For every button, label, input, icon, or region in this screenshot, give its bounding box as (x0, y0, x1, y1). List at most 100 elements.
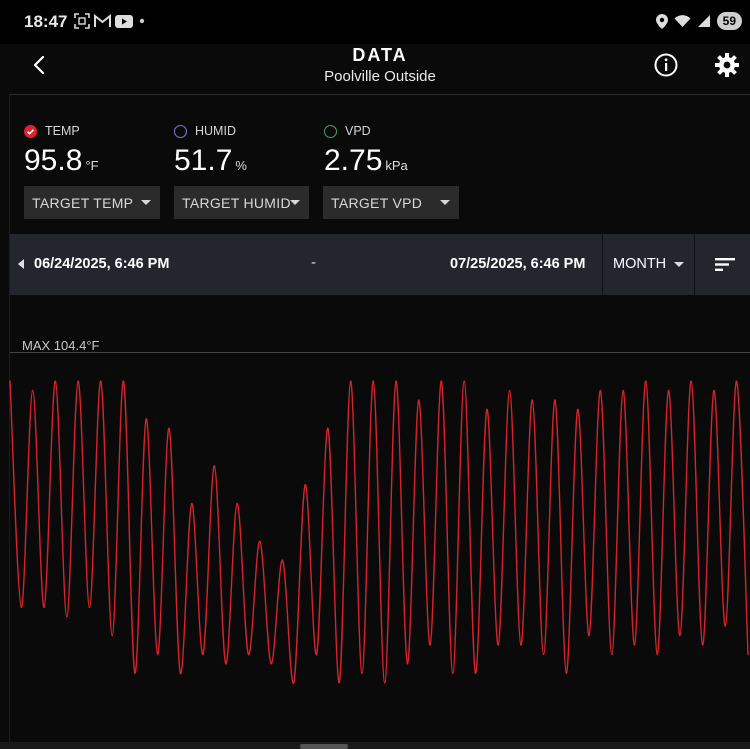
temperature-data-point (497, 644, 500, 646)
temperature-data-point (565, 672, 568, 674)
temperature-data-point (395, 380, 397, 382)
temperature-data-point (417, 399, 420, 401)
temperature-data-point (667, 389, 670, 392)
status-bar: 18:47 59 (0, 0, 750, 44)
checked-icon[interactable] (24, 124, 37, 138)
target-humid-select[interactable]: TARGET HUMID (174, 186, 309, 219)
temperature-data-point (690, 380, 692, 382)
temperature-data-point (20, 606, 23, 608)
temperature-data-point (54, 380, 57, 382)
temperature-data-point (88, 606, 91, 608)
temperature-data-point (190, 502, 193, 505)
signal-icon (697, 15, 710, 27)
range-separator: - (311, 254, 316, 271)
temperature-data-point (315, 653, 318, 656)
chevron-down-icon (674, 262, 684, 267)
temperature-data-point (520, 644, 522, 646)
gmail-icon (94, 14, 111, 27)
temperature-data-point (270, 662, 272, 665)
temperature-data-point (406, 662, 409, 665)
temperature-data-point (338, 681, 341, 684)
metric-temp[interactable]: TEMP 95.8 °F (24, 124, 99, 178)
temperature-data-point (554, 399, 556, 401)
temperature-data-point (679, 634, 681, 637)
temperature-data-point (281, 559, 284, 561)
wifi-icon (674, 15, 691, 27)
target-humid-label: TARGET HUMID (182, 194, 291, 211)
sort-button[interactable] (696, 234, 750, 295)
chart-max-label: MAX 104.4°F (22, 338, 100, 353)
temperature-data-point (293, 681, 295, 684)
temperature-data-point (361, 672, 363, 674)
temperature-data-point (9, 380, 11, 382)
period-label: MONTH (613, 256, 667, 272)
temperature-data-point (576, 408, 579, 411)
temperature-data-point (259, 540, 261, 543)
temperature-data-point (645, 380, 647, 382)
range-end-date[interactable]: 07/25/2025, 6:46 PM (450, 256, 585, 272)
temperature-data-point (542, 653, 545, 656)
temperature-data-point (43, 606, 45, 608)
temperature-data-point (179, 672, 182, 674)
status-time: 18:47 (24, 12, 68, 31)
metric-humid[interactable]: HUMID 51.7% (174, 124, 247, 178)
sort-icon (715, 258, 735, 271)
status-system-icons: 59 (655, 12, 742, 30)
temperature-data-point (747, 653, 749, 656)
youtube-icon (115, 14, 133, 28)
date-range-bar: 06/24/2025, 6:46 PM - 07/25/2025, 6:46 P… (10, 234, 750, 295)
temperature-data-point (122, 380, 125, 382)
temperature-chart[interactable] (0, 353, 750, 739)
page-title: DATA (352, 45, 408, 65)
temperature-data-point (100, 380, 102, 382)
temperature-data-point (452, 672, 454, 674)
temperature-data-point (202, 653, 204, 656)
temperature-data-point (656, 653, 658, 656)
location-icon (655, 13, 668, 29)
temperature-data-point (66, 615, 68, 618)
metric-vpd-unit: kPa (385, 158, 408, 173)
temperature-data-point (145, 418, 147, 420)
navigation-bar (0, 742, 750, 749)
battery-indicator: 59 (716, 12, 742, 30)
period-select[interactable]: MONTH (604, 234, 695, 295)
temperature-data-point (247, 653, 250, 656)
temperature-data-point (77, 380, 79, 382)
metric-vpd-value: 2.75 (324, 144, 383, 177)
temperature-data-point (611, 653, 613, 656)
range-start-date[interactable]: 06/24/2025, 6:46 PM (34, 256, 169, 272)
metric-temp-label: TEMP (45, 124, 80, 138)
temperature-data-point (134, 672, 136, 674)
temperature-data-point (213, 465, 216, 467)
previous-range-icon[interactable] (18, 259, 24, 269)
unchecked-circle-icon[interactable] (324, 124, 337, 138)
divider (602, 234, 603, 295)
screenshot-icon (74, 13, 90, 29)
dot-icon (139, 18, 145, 24)
temperature-data-point (429, 644, 431, 646)
chevron-down-icon (141, 200, 151, 205)
temperature-data-point (599, 389, 602, 392)
temperature-data-point (372, 380, 375, 382)
nav-handle[interactable] (300, 744, 348, 749)
temperature-data-point (236, 502, 238, 505)
metric-humid-unit: % (235, 158, 247, 173)
app-header: DATA Poolville Outside (10, 44, 750, 95)
info-icon[interactable] (653, 52, 679, 78)
target-temp-select[interactable]: TARGET TEMP (24, 186, 160, 219)
temperature-data-point (111, 634, 113, 637)
chevron-down-icon (440, 200, 450, 205)
target-vpd-label: TARGET VPD (331, 194, 423, 211)
temperature-data-point (633, 644, 636, 646)
metric-temp-value: 95.8 (24, 144, 83, 177)
target-vpd-select[interactable]: TARGET VPD (323, 186, 459, 219)
temperature-data-point (31, 389, 34, 392)
metric-vpd[interactable]: VPD 2.75 kPa (324, 124, 408, 178)
temperature-data-point (724, 625, 727, 627)
temperature-data-point (531, 399, 534, 401)
temperature-data-point (156, 653, 159, 656)
unchecked-circle-icon[interactable] (174, 124, 187, 138)
temperature-data-point (474, 672, 477, 674)
gear-icon[interactable] (713, 51, 741, 79)
status-notification-icons (74, 13, 147, 29)
